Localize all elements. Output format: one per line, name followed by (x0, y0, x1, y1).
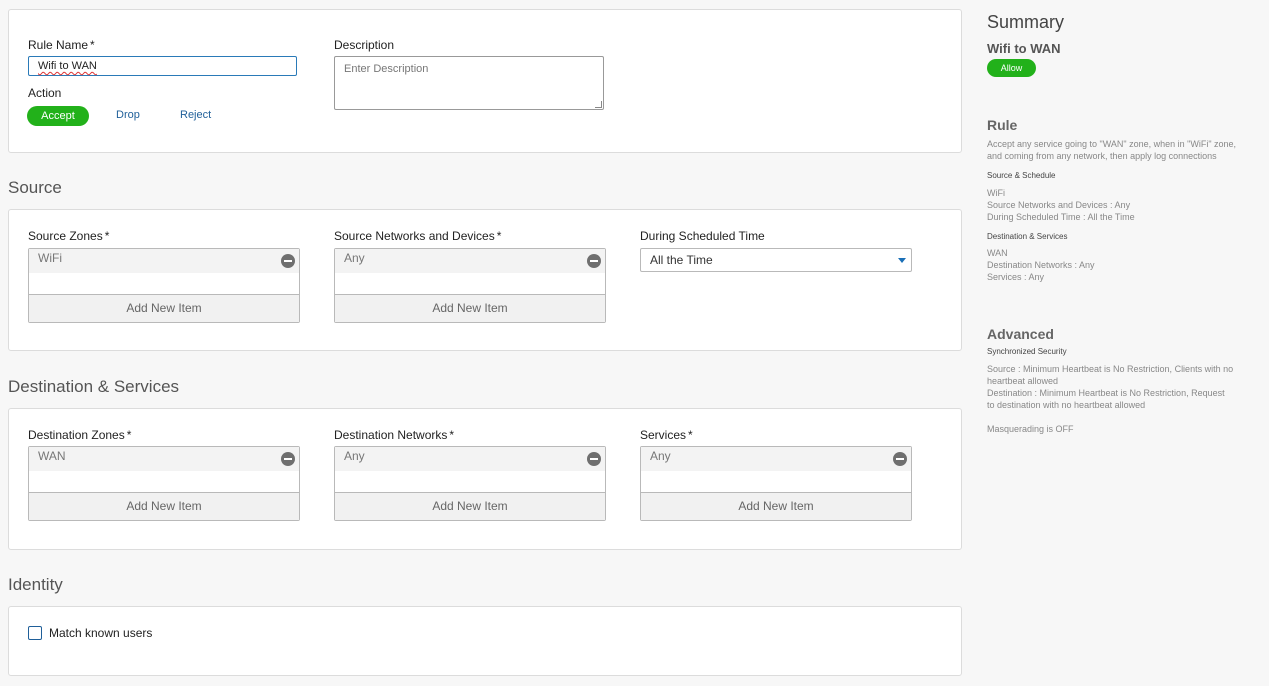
source-section-title: Source (8, 178, 62, 197)
rule-name-label: Rule Name * (28, 38, 95, 52)
add-new-item-button[interactable]: Add New Item (335, 294, 605, 322)
summary-sync-line: Destination : Minimum Heartbeat is No Re… (987, 388, 1225, 398)
remove-icon[interactable] (587, 254, 601, 268)
source-networks-list: Any Add New Item (334, 248, 606, 323)
resize-grip-icon[interactable] (595, 101, 602, 108)
identity-section-title: Identity (8, 575, 63, 594)
drop-button[interactable]: Drop (116, 109, 140, 121)
remove-icon[interactable] (893, 452, 907, 466)
list-item: Any (641, 447, 911, 471)
reject-button[interactable]: Reject (180, 109, 211, 121)
add-new-item-button[interactable]: Add New Item (29, 492, 299, 520)
schedule-label: During Scheduled Time (640, 229, 765, 243)
rule-form: Rule Name * Wifi to WAN Action Accept Dro… (0, 0, 970, 686)
source-zone-value: WiFi (38, 251, 62, 265)
summary-rule-name: Wifi to WAN (987, 41, 1061, 56)
chevron-down-icon (898, 258, 906, 263)
summary-source-line: Source Networks and Devices : Any (987, 200, 1131, 210)
remove-icon[interactable] (281, 254, 295, 268)
destination-networks-list: Any Add New Item (334, 446, 606, 521)
source-network-value: Any (344, 251, 365, 265)
rule-panel: Rule Name * Wifi to WAN Action Accept Dro… (8, 9, 962, 153)
destination-zones-list: WAN Add New Item (28, 446, 300, 521)
summary-rule-desc-2: and coming from any network, then apply … (987, 151, 1217, 161)
remove-icon[interactable] (281, 452, 295, 466)
summary-panel: Summary Wifi to WAN Allow Rule Accept an… (970, 0, 1269, 686)
services-list: Any Add New Item (640, 446, 912, 521)
destination-zone-value: WAN (38, 449, 66, 463)
source-panel: Source Zones * WiFi Add New Item Source N… (8, 209, 962, 351)
list-item: WAN (29, 447, 299, 471)
summary-dest-line: WAN (987, 248, 1008, 258)
summary-dest-line: Services : Any (987, 272, 1045, 282)
source-zones-list: WiFi Add New Item (28, 248, 300, 323)
destination-panel: Destination Zones * WAN Add New Item Dest… (8, 408, 962, 550)
summary-sync-line: to destination with no heartbeat allowed (987, 400, 1146, 410)
destination-networks-label: Destination Networks * (334, 428, 455, 442)
summary-dest-line: Destination Networks : Any (987, 260, 1095, 270)
destination-network-value: Any (344, 449, 365, 463)
description-textarea[interactable]: Enter Description (334, 56, 604, 110)
services-label: Services * (640, 428, 693, 442)
list-item: WiFi (29, 249, 299, 273)
schedule-select[interactable]: All the Time (640, 248, 912, 272)
schedule-value: All the Time (650, 253, 713, 267)
list-item: Any (335, 249, 605, 273)
summary-sync-line: Source : Minimum Heartbeat is No Restric… (987, 364, 1234, 374)
summary-source-line: WiFi (987, 188, 1005, 198)
service-value: Any (650, 449, 671, 463)
summary-source-line: During Scheduled Time : All the Time (987, 212, 1135, 222)
summary-sync-heading: Synchronized Security (987, 347, 1067, 356)
summary-source-schedule-heading: Source & Schedule (987, 171, 1056, 180)
source-zones-label: Source Zones * (28, 229, 110, 243)
match-known-users-label: Match known users (49, 626, 153, 640)
source-networks-label: Source Networks and Devices * (334, 229, 502, 243)
summary-rule-heading: Rule (987, 117, 1018, 133)
add-new-item-button[interactable]: Add New Item (335, 492, 605, 520)
rule-name-input[interactable]: Wifi to WAN (28, 56, 297, 76)
identity-panel: Match known users (8, 606, 962, 676)
summary-sync-line: heartbeat allowed (987, 376, 1059, 386)
destination-zones-label: Destination Zones * (28, 428, 132, 442)
accept-button[interactable]: Accept (27, 106, 89, 126)
status-badge: Allow (987, 59, 1036, 77)
summary-dest-services-heading: Destination & Services (987, 232, 1068, 241)
add-new-item-button[interactable]: Add New Item (29, 294, 299, 322)
destination-section-title: Destination & Services (8, 377, 180, 396)
action-label: Action (28, 86, 62, 100)
summary-title: Summary (987, 12, 1065, 32)
description-label: Description (334, 38, 395, 52)
add-new-item-button[interactable]: Add New Item (641, 492, 911, 520)
summary-advanced-heading: Advanced (987, 326, 1054, 342)
summary-masquerading: Masquerading is OFF (987, 424, 1074, 434)
summary-rule-desc-1: Accept any service going to "WAN" zone, … (987, 139, 1237, 149)
match-known-users-checkbox[interactable] (28, 626, 42, 640)
list-item: Any (335, 447, 605, 471)
description-placeholder: Enter Description (344, 63, 429, 75)
remove-icon[interactable] (587, 452, 601, 466)
